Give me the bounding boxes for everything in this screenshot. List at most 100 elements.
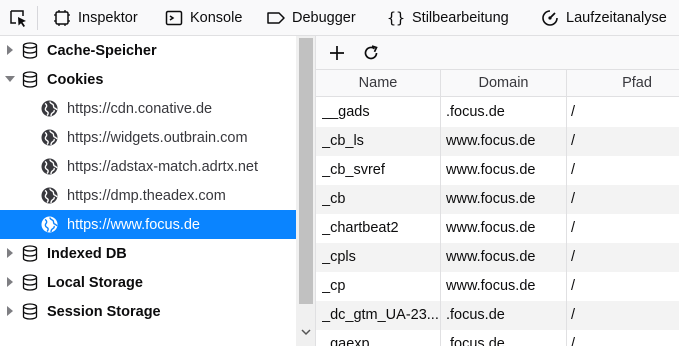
cell-path: / [571, 278, 576, 294]
cell-name: _cpls [322, 249, 356, 265]
database-icon [22, 71, 38, 88]
tab-debugger[interactable]: Debugger [266, 0, 356, 36]
globe-icon [41, 216, 58, 233]
tab-inspector-label: Inspektor [78, 10, 138, 26]
tree-item-label: Cache-Speicher [47, 42, 157, 59]
column-header-name[interactable]: Name [316, 70, 440, 97]
tree-item-label: https://www.focus.de [67, 216, 200, 233]
tree-item-label: https://cdn.conative.de [67, 100, 213, 117]
tree-item-label: https://widgets.outbrain.com [67, 129, 248, 146]
cell-path: / [571, 133, 576, 149]
storage-tree: Cache-Speicher Cookies https://cdn.conat… [0, 36, 296, 346]
database-icon [22, 274, 38, 291]
chevron-right-icon[interactable] [5, 306, 15, 316]
cell-path: / [571, 104, 576, 120]
column-divider [566, 70, 567, 346]
cell-domain: www.focus.de [446, 278, 536, 294]
cell-domain: www.focus.de [446, 249, 536, 265]
tab-inspector[interactable]: Inspektor [52, 0, 138, 36]
add-item-button[interactable] [325, 41, 349, 65]
plus-icon [330, 46, 344, 60]
cell-name: _dc_gtm_UA-23... [322, 307, 438, 323]
sidebar-scrollbar[interactable] [296, 36, 316, 346]
cell-name: _cb [322, 191, 346, 207]
column-header-domain[interactable]: Domain [441, 70, 566, 97]
tree-item-label: https://adstax-match.adrtx.net [67, 158, 259, 175]
toolbar-separator [37, 6, 38, 30]
tree-item-label: Session Storage [47, 303, 161, 320]
cell-domain: www.focus.de [446, 220, 536, 236]
table-header: Name Domain Pfad [316, 70, 679, 97]
chevron-right-icon[interactable] [5, 45, 15, 55]
cell-name: _chartbeat2 [322, 220, 399, 236]
tree-item-host[interactable]: https://widgets.outbrain.com [0, 123, 296, 152]
table-row[interactable]: _chartbeat2 www.focus.de / [316, 214, 679, 243]
globe-icon [41, 187, 58, 204]
table-row[interactable]: _dc_gtm_UA-23... .focus.de / [316, 301, 679, 330]
column-header-path[interactable]: Pfad [567, 70, 679, 97]
element-picker-icon [10, 10, 26, 27]
tab-style-editor-label: Stilbearbeitung [412, 10, 509, 26]
cell-domain: www.focus.de [446, 191, 536, 207]
cell-name: _cb_ls [322, 133, 364, 149]
cell-path: / [571, 191, 576, 207]
console-icon [164, 8, 184, 28]
tree-item-label: Indexed DB [47, 245, 127, 262]
tab-console[interactable]: Konsole [164, 0, 242, 36]
tab-performance-label: Laufzeitanalyse [566, 10, 667, 26]
table-row[interactable]: _cb_ls www.focus.de / [316, 127, 679, 156]
tree-item-cache-storage[interactable]: Cache-Speicher [0, 36, 296, 65]
table-row[interactable]: _gaexp .focus.de / [316, 330, 679, 346]
tree-item-cookies[interactable]: Cookies [0, 65, 296, 94]
globe-icon [41, 129, 58, 146]
debugger-icon [266, 8, 286, 28]
globe-icon [41, 100, 58, 117]
cell-domain: .focus.de [446, 307, 505, 323]
tree-item-host[interactable]: https://dmp.theadex.com [0, 181, 296, 210]
table-row[interactable]: _cpls www.focus.de / [316, 243, 679, 272]
cell-path: / [571, 249, 576, 265]
table-row[interactable]: _cb www.focus.de / [316, 185, 679, 214]
cell-name: _cp [322, 278, 346, 294]
cookie-table-panel: Name Domain Pfad __gads .focus.de / _cb_ls w… [316, 36, 679, 346]
cell-domain: www.focus.de [446, 133, 536, 149]
cell-name: _gaexp [322, 336, 370, 346]
chevron-right-icon[interactable] [5, 277, 15, 287]
devtools-toolbar: Inspektor Konsole Debugger {} Stilbearbe… [0, 0, 679, 36]
tree-item-session-storage[interactable]: Session Storage [0, 297, 296, 326]
style-editor-icon: {} [386, 9, 406, 27]
scrollbar-thumb[interactable] [299, 38, 313, 304]
table-row[interactable]: __gads .focus.de / [316, 98, 679, 127]
tab-console-label: Konsole [190, 10, 243, 26]
column-divider [440, 70, 441, 346]
chevron-right-icon[interactable] [5, 248, 15, 258]
chevron-down-icon[interactable] [5, 74, 15, 84]
cell-path: / [571, 336, 576, 346]
tree-item-local-storage[interactable]: Local Storage [0, 268, 296, 297]
refresh-button[interactable] [359, 41, 383, 65]
cell-path: / [571, 307, 576, 323]
database-icon [22, 42, 38, 59]
cell-name: __gads [322, 104, 370, 120]
globe-icon [41, 158, 58, 175]
tree-item-host[interactable]: https://cdn.conative.de [0, 94, 296, 123]
cell-path: / [571, 162, 576, 178]
tab-performance[interactable]: Laufzeitanalyse [540, 0, 667, 36]
element-picker-button[interactable] [3, 4, 33, 32]
tab-style-editor[interactable]: {} Stilbearbeitung [386, 0, 509, 36]
cell-domain: .focus.de [446, 336, 505, 346]
cell-path: / [571, 220, 576, 236]
tree-item-host-selected[interactable]: https://www.focus.de [0, 210, 296, 239]
tree-item-label: Local Storage [47, 274, 143, 291]
tree-item-indexed-db[interactable]: Indexed DB [0, 239, 296, 268]
cell-domain: www.focus.de [446, 162, 536, 178]
tab-debugger-label: Debugger [292, 10, 356, 26]
database-icon [22, 303, 38, 320]
scroll-down-icon[interactable] [301, 327, 311, 337]
tree-item-label: Cookies [47, 71, 104, 88]
table-toolbar [316, 36, 679, 70]
table-row[interactable]: _cp www.focus.de / [316, 272, 679, 301]
tree-item-host[interactable]: https://adstax-match.adrtx.net [0, 152, 296, 181]
table-row[interactable]: _cb_svref www.focus.de / [316, 156, 679, 185]
cell-name: _cb_svref [322, 162, 385, 178]
